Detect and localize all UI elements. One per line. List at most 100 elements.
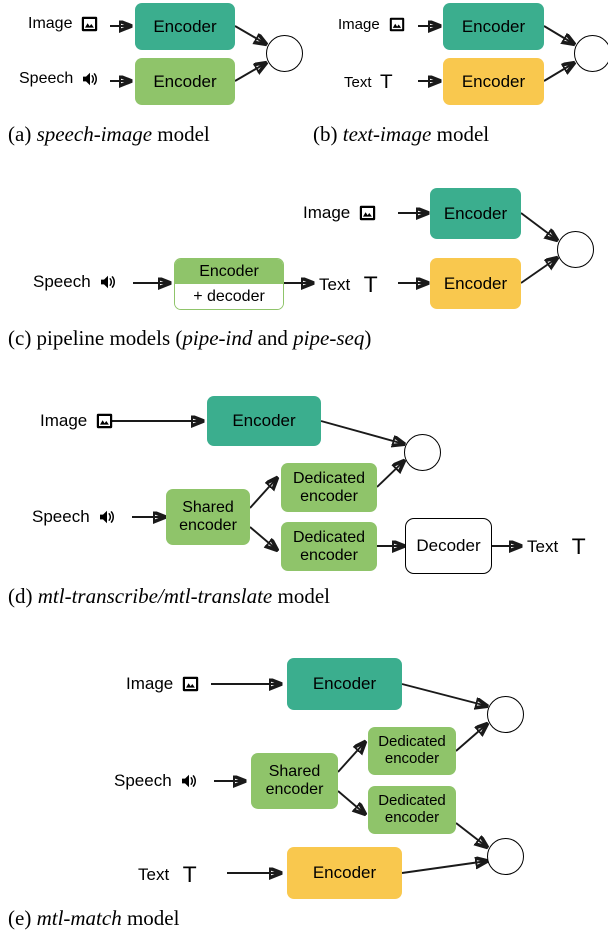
image-icon xyxy=(182,676,199,692)
input-label-text: Speech xyxy=(33,272,91,291)
caption-prefix: (e) xyxy=(8,906,37,930)
caption-suffix: ) xyxy=(364,326,372,350)
input-label-speech-a: Speech xyxy=(19,70,99,88)
text-icon: T xyxy=(183,863,197,887)
input-label-speech-d: Speech xyxy=(32,507,116,527)
output-label-text-d: Text T xyxy=(527,535,585,559)
encoder-box-text-c: Encoder xyxy=(430,258,521,309)
caption-suffix: model xyxy=(121,906,180,930)
input-label-image-a: Image xyxy=(28,15,98,33)
encoder-box-image-b: Encoder xyxy=(443,3,544,50)
shared-encoder-box-e: Shared encoder xyxy=(251,753,338,809)
caption-suffix: model xyxy=(272,584,331,608)
box-label: Dedicated encoder xyxy=(378,733,446,767)
box-label: Dedicated encoder xyxy=(292,469,366,505)
encoder-box-image-e: Encoder xyxy=(287,658,402,710)
input-label-text-b: Text T xyxy=(344,71,392,93)
input-label-image-c: Image xyxy=(303,203,376,223)
shared-encoder-box-d: Shared encoder xyxy=(166,489,250,545)
caption-italic: mtl-match xyxy=(36,906,122,930)
matching-node-bottom-e xyxy=(487,838,524,875)
input-label-text: Text xyxy=(319,275,351,294)
box-label: Encoder xyxy=(443,273,508,293)
input-label-text: Text xyxy=(138,865,170,884)
speaker-icon xyxy=(82,71,99,87)
speaker-icon xyxy=(100,274,117,290)
figure-root: Image Speech Encoder Encoder (a) speech-… xyxy=(0,0,608,946)
image-icon xyxy=(81,16,98,32)
caption-italic: speech-image xyxy=(36,122,153,146)
box-label: Dedicated encoder xyxy=(292,528,366,564)
encoder-box-image-c: Encoder xyxy=(430,188,521,239)
box-label: Decoder xyxy=(416,536,481,556)
box-label-top: Encoder xyxy=(199,262,259,280)
encoder-box-image-a: Encoder xyxy=(135,3,235,50)
image-icon xyxy=(389,17,406,33)
input-label-image-d: Image xyxy=(40,411,113,431)
dedicated-encoder-box-top-d: Dedicated encoder xyxy=(281,463,377,512)
input-label-text-e: Text T xyxy=(138,863,196,887)
caption-prefix: (a) xyxy=(8,122,37,146)
box-label: Dedicated encoder xyxy=(378,792,446,826)
input-label-text: Image xyxy=(338,16,380,33)
box-label: Encoder xyxy=(443,203,508,223)
encoder-box-image-d: Encoder xyxy=(207,396,321,446)
box-label: Encoder xyxy=(232,411,296,431)
input-label-text: Speech xyxy=(32,507,90,526)
speaker-icon xyxy=(181,773,198,789)
caption-suffix: model xyxy=(431,122,490,146)
caption-prefix: (b) xyxy=(313,122,343,146)
input-label-speech-e: Speech xyxy=(114,771,198,791)
caption-italic: pipe-ind xyxy=(182,326,253,350)
caption-prefix: (d) xyxy=(8,584,38,608)
matching-node-c xyxy=(557,231,594,268)
encoder-box-text-e: Encoder xyxy=(287,847,402,899)
input-label-text: Text xyxy=(344,73,372,91)
image-icon xyxy=(96,413,113,429)
intermediate-label-text-c: Text T xyxy=(319,273,377,297)
output-label-text: Text xyxy=(527,537,559,556)
box-label: Encoder xyxy=(312,674,377,694)
encdec-bottom: + decoder xyxy=(175,284,283,309)
encoder-decoder-box-c: Encoder + decoder xyxy=(174,258,284,310)
input-label-text: Image xyxy=(40,411,88,430)
input-label-speech-c: Speech xyxy=(33,272,117,292)
dedicated-encoder-box-bottom-d: Dedicated encoder xyxy=(281,522,377,571)
text-icon: T xyxy=(364,273,378,297)
box-label: Shared encoder xyxy=(179,499,237,534)
matching-node-d xyxy=(404,434,441,471)
input-label-image-b: Image xyxy=(338,16,406,33)
text-icon: T xyxy=(380,71,393,93)
input-label-image-e: Image xyxy=(126,674,199,694)
box-label: Shared encoder xyxy=(265,763,324,798)
input-label-text: Image xyxy=(303,203,351,222)
matching-node-top-e xyxy=(487,696,524,733)
caption-b: (b) text-image model xyxy=(313,122,489,147)
caption-italic-2: pipe-seq xyxy=(293,326,365,350)
matching-node-b xyxy=(574,35,608,72)
caption-italic: text-image xyxy=(342,122,432,146)
caption-italic: mtl-transcribe/mtl-translate xyxy=(37,584,273,608)
box-label: Encoder xyxy=(153,71,217,91)
encoder-box-speech-a: Encoder xyxy=(135,58,235,105)
box-label-bottom: + decoder xyxy=(193,287,265,305)
dedicated-encoder-box-bottom-e: Dedicated encoder xyxy=(368,786,456,834)
text-icon: T xyxy=(572,535,586,559)
caption-a: (a) speech-image model xyxy=(8,122,210,147)
decoder-box-d: Decoder xyxy=(405,518,492,574)
encdec-top: Encoder xyxy=(175,259,283,284)
box-label: Encoder xyxy=(461,71,526,91)
box-label: Encoder xyxy=(153,16,217,36)
input-label-text: Speech xyxy=(19,70,74,87)
dedicated-encoder-box-top-e: Dedicated encoder xyxy=(368,727,456,775)
box-label: Encoder xyxy=(312,863,377,883)
input-label-text: Image xyxy=(126,674,174,693)
caption-prefix: (c) pipeline models ( xyxy=(8,326,183,350)
speaker-icon xyxy=(99,509,116,525)
input-label-text: Image xyxy=(28,15,73,32)
box-label: Encoder xyxy=(461,16,526,36)
caption-suffix: model xyxy=(152,122,210,146)
caption-e: (e) mtl-match model xyxy=(8,906,179,931)
caption-c: (c) pipeline models (pipe-ind and pipe-s… xyxy=(8,326,371,351)
encoder-box-text-b: Encoder xyxy=(443,58,544,105)
